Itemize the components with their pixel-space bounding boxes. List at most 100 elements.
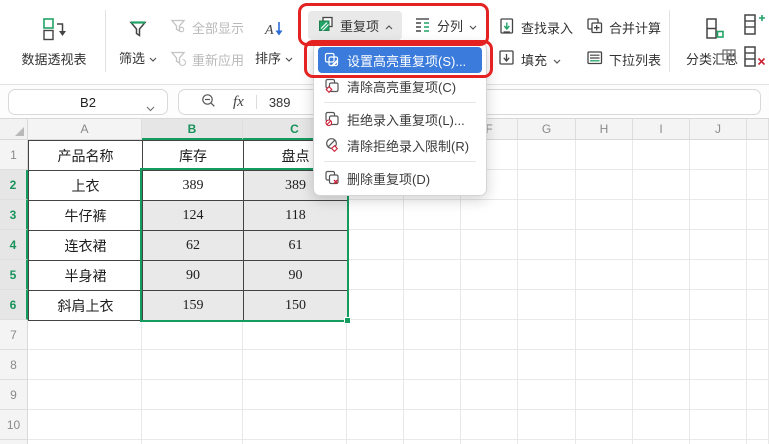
table-cell-C3[interactable]: 118 bbox=[244, 201, 348, 231]
cell[interactable] bbox=[518, 230, 576, 260]
cell[interactable] bbox=[404, 320, 461, 350]
cell[interactable] bbox=[633, 320, 690, 350]
cell[interactable] bbox=[633, 410, 690, 440]
cell[interactable] bbox=[28, 410, 142, 440]
cell[interactable] bbox=[243, 380, 347, 410]
row-header-5[interactable]: 5 bbox=[0, 260, 28, 290]
cell[interactable] bbox=[461, 320, 518, 350]
cell[interactable] bbox=[142, 320, 243, 350]
cell[interactable] bbox=[461, 260, 518, 290]
delete-table-x-icon[interactable] bbox=[743, 45, 769, 74]
cell[interactable] bbox=[518, 170, 576, 200]
cell[interactable] bbox=[518, 440, 576, 444]
cell[interactable] bbox=[690, 440, 747, 444]
cell[interactable] bbox=[404, 380, 461, 410]
cell[interactable] bbox=[518, 140, 576, 170]
cell[interactable] bbox=[518, 350, 576, 380]
column-header-B[interactable]: B bbox=[142, 119, 243, 140]
cell[interactable] bbox=[747, 320, 769, 350]
table-cell-B1[interactable]: 库存 bbox=[143, 141, 244, 171]
cell[interactable] bbox=[404, 440, 461, 444]
cell[interactable] bbox=[142, 440, 243, 444]
name-box[interactable]: B2 bbox=[8, 89, 168, 115]
cell[interactable] bbox=[633, 140, 690, 170]
cell[interactable] bbox=[518, 410, 576, 440]
cell[interactable] bbox=[576, 200, 633, 230]
select-all-corner[interactable] bbox=[0, 119, 28, 140]
cell[interactable] bbox=[690, 410, 747, 440]
cell[interactable] bbox=[747, 410, 769, 440]
column-header-J[interactable]: J bbox=[690, 119, 747, 140]
row-header-8[interactable]: 8 bbox=[0, 350, 28, 380]
cell[interactable] bbox=[747, 290, 769, 320]
fill-button[interactable]: 填充 bbox=[497, 45, 561, 73]
subtotal-button[interactable]: 分类汇总 bbox=[676, 6, 748, 78]
cell[interactable] bbox=[243, 320, 347, 350]
cell[interactable] bbox=[404, 290, 461, 320]
cell[interactable] bbox=[347, 380, 404, 410]
cell[interactable] bbox=[747, 200, 769, 230]
cell[interactable] bbox=[576, 350, 633, 380]
row-header-2[interactable]: 2 bbox=[0, 170, 28, 200]
cell[interactable] bbox=[461, 440, 518, 444]
menu-item-set-highlight-duplicates[interactable]: 设置高亮重复项(S)... bbox=[318, 47, 482, 73]
row-header-partial[interactable] bbox=[0, 440, 28, 444]
cell[interactable] bbox=[690, 380, 747, 410]
table-cell-B3[interactable]: 124 bbox=[143, 201, 244, 231]
cell[interactable] bbox=[243, 410, 347, 440]
cell[interactable] bbox=[690, 170, 747, 200]
cell[interactable] bbox=[518, 290, 576, 320]
column-header-H[interactable]: H bbox=[576, 119, 633, 140]
cell[interactable] bbox=[347, 260, 404, 290]
cell[interactable] bbox=[243, 440, 347, 444]
cell[interactable] bbox=[690, 290, 747, 320]
cell[interactable] bbox=[404, 200, 461, 230]
small-grid-icon[interactable] bbox=[722, 48, 737, 67]
cell[interactable] bbox=[461, 290, 518, 320]
cell[interactable] bbox=[690, 320, 747, 350]
table-cell-B5[interactable]: 90 bbox=[143, 261, 244, 291]
pivot-table-button[interactable]: 数据透视表 bbox=[6, 6, 102, 78]
table-cell-B4[interactable]: 62 bbox=[143, 231, 244, 261]
cell[interactable] bbox=[633, 170, 690, 200]
cell[interactable] bbox=[28, 350, 142, 380]
insert-table-plus-icon[interactable] bbox=[743, 13, 769, 42]
cell[interactable] bbox=[633, 200, 690, 230]
cell[interactable] bbox=[576, 170, 633, 200]
cell[interactable] bbox=[690, 230, 747, 260]
table-cell-A6[interactable]: 斜肩上衣 bbox=[29, 291, 143, 321]
cell[interactable] bbox=[747, 440, 769, 444]
filter-button[interactable]: 筛选 bbox=[110, 6, 166, 78]
table-cell-B6[interactable]: 159 bbox=[143, 291, 244, 321]
cell[interactable] bbox=[690, 260, 747, 290]
cell[interactable] bbox=[576, 380, 633, 410]
cell[interactable] bbox=[461, 380, 518, 410]
menu-item-clear-reject-restriction[interactable]: 清除拒绝录入限制(R) bbox=[318, 132, 482, 158]
row-header-9[interactable]: 9 bbox=[0, 380, 28, 410]
table-cell-A1[interactable]: 产品名称 bbox=[29, 141, 143, 171]
row-header-3[interactable]: 3 bbox=[0, 200, 28, 230]
row-header-4[interactable]: 4 bbox=[0, 230, 28, 260]
cell[interactable] bbox=[142, 380, 243, 410]
cell[interactable] bbox=[633, 260, 690, 290]
cell[interactable] bbox=[576, 290, 633, 320]
table-cell-A4[interactable]: 连衣裙 bbox=[29, 231, 143, 261]
cell[interactable] bbox=[576, 230, 633, 260]
text-to-columns-button[interactable]: 分列 bbox=[407, 11, 483, 40]
table-cell-C5[interactable]: 90 bbox=[244, 261, 348, 291]
reapply-button[interactable]: 重新应用 bbox=[169, 45, 244, 73]
column-header-partial[interactable] bbox=[747, 119, 769, 140]
cell[interactable] bbox=[28, 380, 142, 410]
menu-item-delete-duplicates[interactable]: 删除重复项(D) bbox=[318, 165, 482, 191]
column-header-A[interactable]: A bbox=[28, 119, 142, 140]
row-header-6[interactable]: 6 bbox=[0, 290, 28, 320]
table-cell-A2[interactable]: 上衣 bbox=[29, 171, 143, 201]
sort-button[interactable]: A 排序 bbox=[248, 6, 300, 78]
column-header-G[interactable]: G bbox=[518, 119, 576, 140]
cell[interactable] bbox=[633, 350, 690, 380]
cell[interactable] bbox=[747, 350, 769, 380]
cell[interactable] bbox=[404, 410, 461, 440]
cell[interactable] bbox=[243, 350, 347, 380]
cell[interactable] bbox=[518, 260, 576, 290]
cell[interactable] bbox=[404, 230, 461, 260]
